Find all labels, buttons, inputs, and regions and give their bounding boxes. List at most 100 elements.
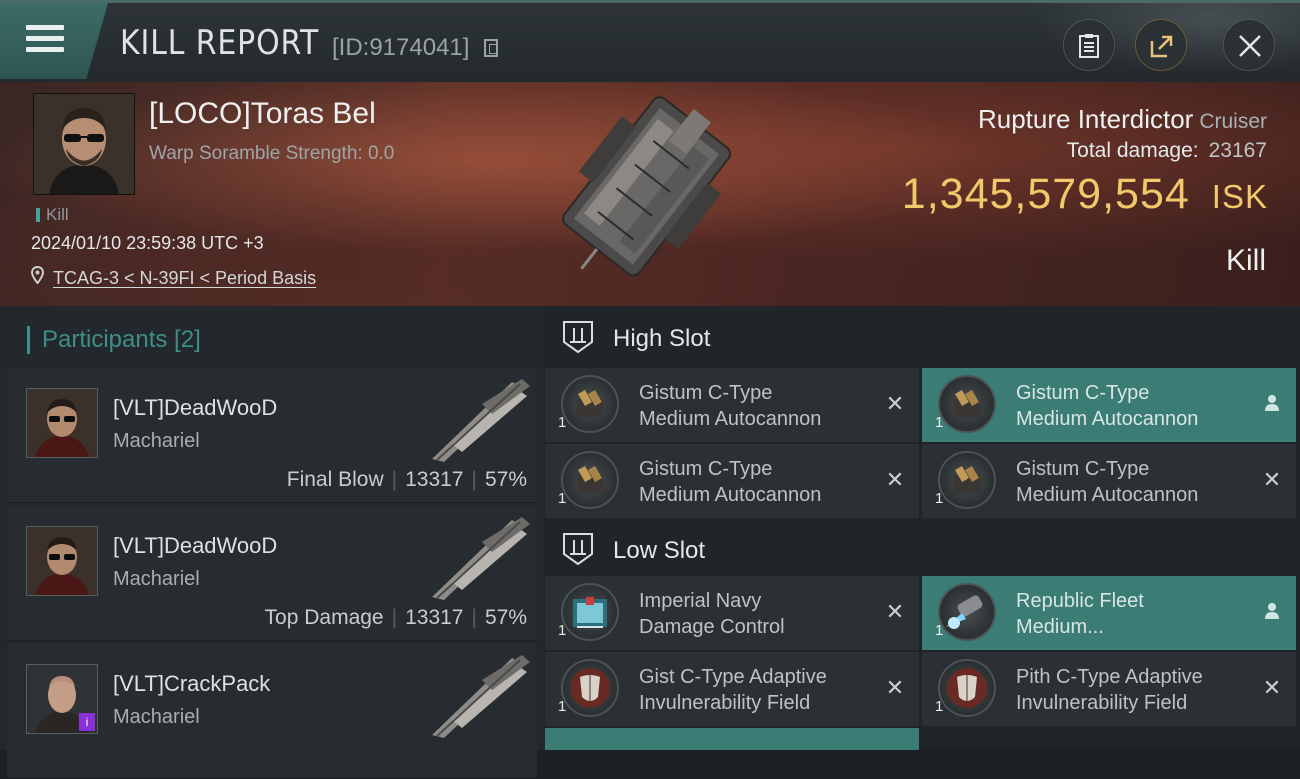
close-button[interactable] [1223,19,1275,71]
page-title: KILL REPORT [120,23,320,63]
high-slot-module[interactable]: 1 Gistum C-Type Medium Autocannon ✕ [545,368,919,442]
victim-ship-type[interactable]: Rupture Interdictor Cruiser [978,104,1267,135]
destroyed-icon: ✕ [885,467,905,492]
total-damage-label: Total damage: [1066,139,1199,162]
module-name: Imperial Navy Damage Control [639,590,785,638]
module-quantity: 1 [558,414,567,431]
report-button[interactable] [1063,19,1115,71]
destroyed-icon: ✕ [885,391,905,416]
machariel-ship-image [432,655,530,738]
autocannon-icon [938,375,996,433]
low-slot-module[interactable] [545,728,919,750]
high-slot-module[interactable]: 1 Gistum C-Type Medium Autocannon [922,368,1296,442]
kill-id: [ID:9174041] [332,34,470,61]
module-quantity: 1 [935,698,944,715]
module-name: Republic Fleet Medium... [1016,590,1144,638]
warp-scramble-strength: Warp Soramble Strength: 0.0 [149,143,395,164]
machariel-ship-image [432,517,530,600]
portrait-image [34,94,134,194]
machariel-ship-image [432,379,530,462]
avatar [26,526,98,596]
damage-control-icon [561,583,619,641]
participant-ship: Machariel [113,568,200,590]
low-slot-title: Low Slot [613,537,706,564]
kill-result-label: Kill [1225,244,1266,277]
destroyed-icon: ✕ [885,675,905,700]
autocannon-icon [561,451,619,509]
high-slot-icon [563,321,593,354]
destroyed-icon: ✕ [885,599,905,624]
hamburger-icon[interactable] [26,25,64,57]
shield-field-icon [938,659,996,717]
kill-timestamp: 2024/01/10 23:59:38 UTC +3 [31,233,264,253]
shield-field-icon [561,659,619,717]
low-slot-header: Low Slot [545,518,1300,580]
participant-name[interactable]: [VLT]CrackPack [113,671,270,697]
low-slot-module[interactable]: 1 Pith C-Type Adaptive Invulnerability Fi… [922,652,1296,726]
participant-damage: 13317 [405,606,464,629]
low-slot-module[interactable]: 1 Republic Fleet Medium... [922,576,1296,650]
participants-panel: Participants [2] [VLT]DeadWooD Machariel… [0,306,545,779]
low-slot-icon [563,533,593,566]
participant-name[interactable]: [VLT]DeadWooD [113,533,277,559]
autocannon-icon [938,451,996,509]
victim-ship-image [562,96,731,277]
share-button[interactable] [1135,19,1187,71]
module-name: Gistum C-Type Medium Autocannon [639,458,822,506]
participant-name[interactable]: [VLT]DeadWooD [113,395,277,421]
isk-unit: ISK [1211,178,1268,215]
participant-role: Top Damage [264,606,384,629]
participant-role: Final Blow [286,468,384,491]
gyrostabilizer-icon [938,583,996,641]
isk-value: 1,345,579,554 ISK [902,170,1268,219]
kill-tag: Kill [36,205,69,225]
module-quantity: 1 [558,490,567,507]
module-quantity: 1 [558,698,567,715]
participant-stats: Final Blow | 13317 | 57% [286,468,527,491]
participant-row[interactable]: i [VLT]CrackPack Machariel [7,644,537,779]
avatar [26,388,98,458]
fitting-panel: High Slot 1 Gistum C-Type Medium Autocann… [545,306,1300,750]
location-pin-icon [30,265,45,289]
participants-title: Participants [2] [27,326,201,354]
participant-ship: Machariel [113,706,200,728]
high-slot-header: High Slot [545,306,1300,368]
title-bar: KILL REPORT [ID:9174041] [0,0,1300,83]
person-icon [1262,602,1282,622]
module-name: Gist C-Type Adaptive Invulnerability Fiel… [639,666,827,714]
destroyed-icon: ✕ [1262,675,1282,700]
module-quantity: 1 [935,414,944,431]
isk-amount: 1,345,579,554 [901,170,1190,218]
participant-percent: 57% [484,468,527,491]
low-slot-module[interactable]: 1 Imperial Navy Damage Control ✕ [545,576,919,650]
destroyed-icon: ✕ [1262,467,1282,492]
victim-avatar[interactable] [33,93,135,195]
participant-ship: Machariel [113,430,200,452]
avatar: i [26,664,98,734]
high-slot-module[interactable]: 1 Gistum C-Type Medium Autocannon ✕ [922,444,1296,518]
victim-name[interactable]: [LOCO]Toras Bel [149,97,376,131]
copy-icon[interactable] [484,39,498,57]
autocannon-icon [561,375,619,433]
location-link[interactable]: TCAG-3 < N-39FI < Period Basis [30,265,316,289]
module-quantity: 1 [558,622,567,639]
total-damage-value: 23167 [1208,139,1267,162]
module-name: Gistum C-Type Medium Autocannon [1016,382,1199,430]
low-slot-module[interactable]: 1 Gist C-Type Adaptive Invulnerability Fi… [545,652,919,726]
info-badge: i [79,713,95,731]
module-name: Gistum C-Type Medium Autocannon [639,382,822,430]
participant-row[interactable]: [VLT]DeadWooD Machariel Final Blow | 13317… [7,368,537,503]
clipboard-icon [1079,34,1099,58]
ship-name: Rupture Interdictor [977,104,1194,134]
participant-row[interactable]: [VLT]DeadWooD Machariel Top Damage | 13317… [7,506,537,641]
module-name: Gistum C-Type Medium Autocannon [1016,458,1199,506]
participant-percent: 57% [484,606,527,629]
total-damage: Total damage: 23167 [1067,139,1267,163]
close-icon [1239,35,1261,57]
ship-class: Cruiser [1199,110,1267,133]
high-slot-module[interactable]: 1 Gistum C-Type Medium Autocannon ✕ [545,444,919,518]
participant-damage: 13317 [405,468,464,491]
location-text[interactable]: TCAG-3 < N-39FI < Period Basis [53,268,316,288]
share-icon [1150,35,1173,58]
module-quantity: 1 [935,490,944,507]
